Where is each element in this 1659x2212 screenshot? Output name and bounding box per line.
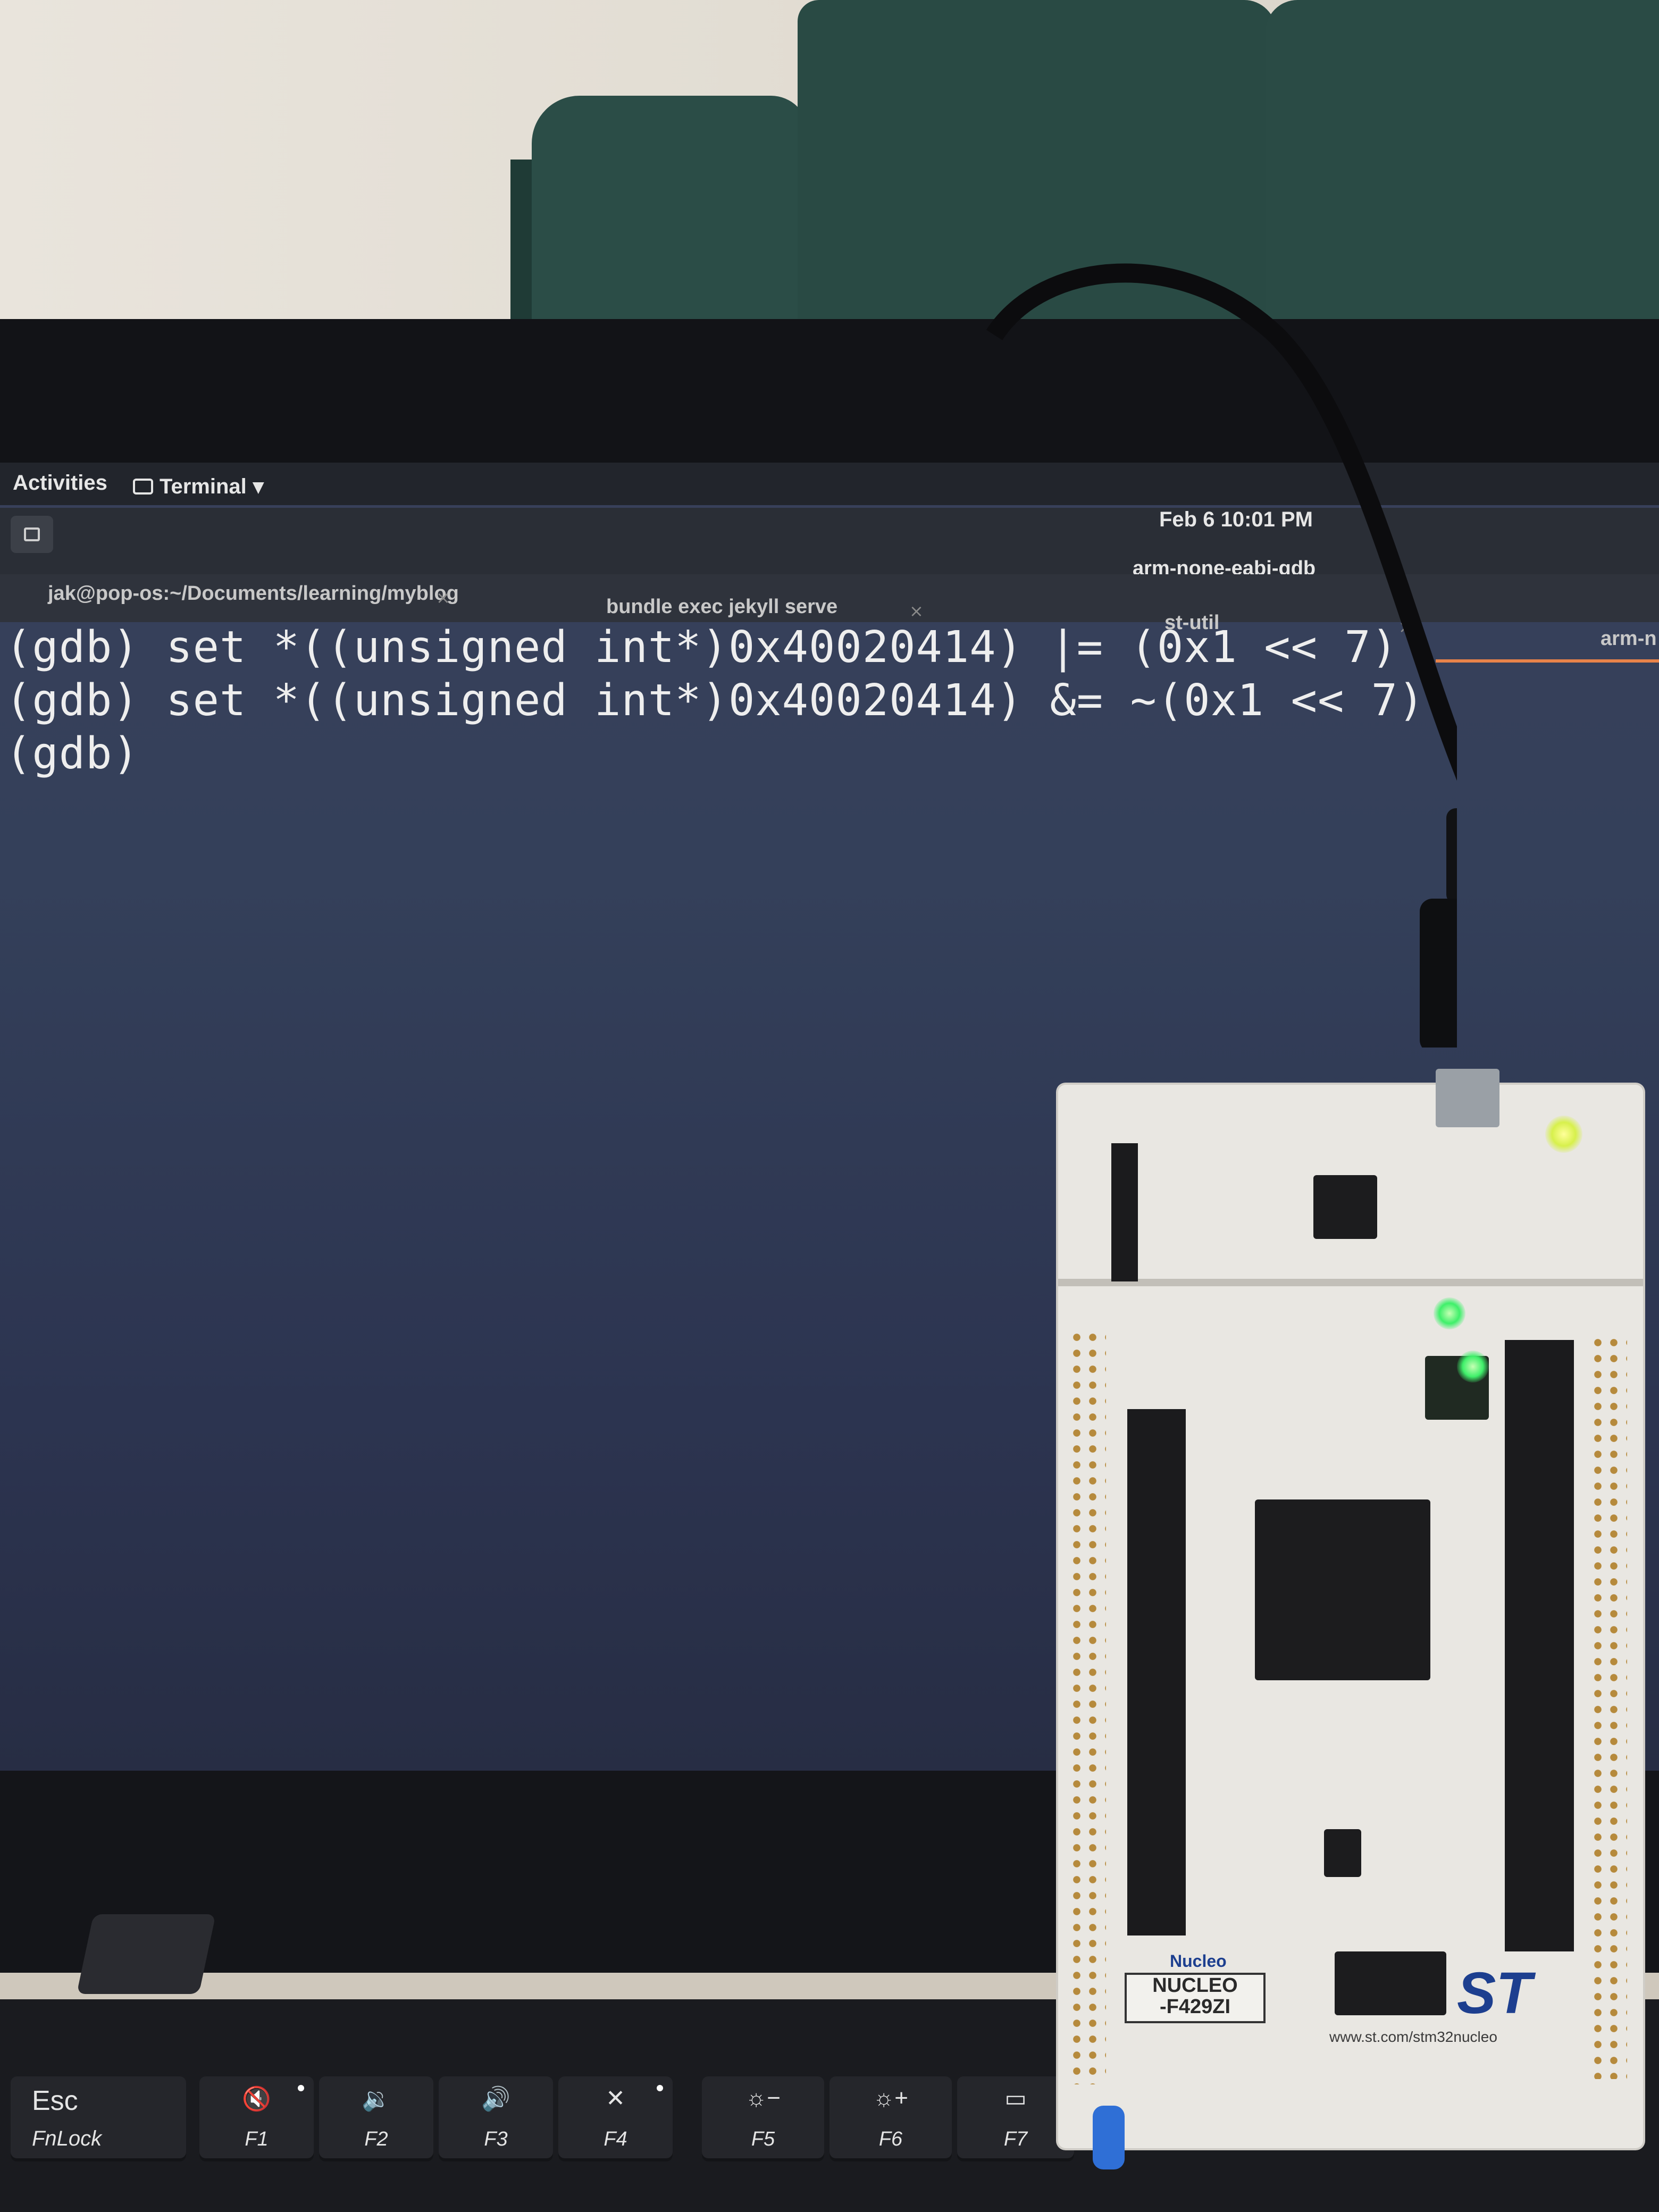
tab-myblog[interactable]: jak@pop-os:~/Documents/learning/myblog [48,582,459,614]
fnlock-key-label: FnLock [32,2127,102,2150]
tab-close-icon[interactable]: × [436,588,450,608]
st-logo: ST [1457,1960,1532,2026]
led-power-yellow [1545,1116,1582,1153]
user-button[interactable] [1093,2106,1125,2169]
chevron-down-icon: ▾ [253,475,264,498]
f6-key[interactable]: ☼+ F6 [830,2076,952,2161]
board-label-line1: NUCLEO [1152,1974,1238,1997]
crystal-chip [1324,1829,1361,1877]
f1-key-label: F1 [245,2128,269,2150]
brightness-down-icon: ☼− [745,2085,781,2111]
new-tab-icon [24,527,40,541]
mcu-chip [1255,1499,1430,1680]
board-pin-pads-right [1590,1335,1627,2079]
app-menu-terminal[interactable]: Terminal ▾ [133,474,264,499]
board-url-text: www.st.com/stm32nucleo [1329,2029,1497,2045]
tab-label: bundle exec jekyll serve [606,596,838,618]
f7-key-label: F7 [1003,2128,1028,2150]
board-model-label: NUCLEO -F429ZI [1125,1973,1266,2023]
f2-key[interactable]: 🔉 F2 [319,2076,433,2161]
app-menu-label: Terminal [160,474,247,498]
f5-key[interactable]: ☼− F5 [702,2076,824,2161]
sofa-cushion-left [532,96,808,351]
activities-button[interactable]: Activities [13,471,107,495]
indicator-led [298,2085,304,2091]
usb-connector [1436,1069,1499,1127]
mute-icon: 🔇 [242,2086,271,2112]
f7-key[interactable]: ▭ F7 [957,2076,1074,2161]
laptop-hinge [77,1914,216,1994]
brightness-up-icon: ☼+ [873,2085,909,2111]
indicator-led [657,2085,663,2091]
new-tab-button[interactable] [11,516,53,553]
f3-key-label: F3 [484,2128,508,2150]
usb-cable [986,263,1457,1048]
nucleo-logo-text: Nucleo [1170,1951,1227,1971]
terminal-icon [133,479,153,495]
f3-key[interactable]: 🔊 F3 [439,2076,553,2161]
ethernet-chip [1335,1951,1446,2015]
terminal-prompt: (gdb) [5,728,139,779]
esc-key-label: Esc [32,2085,78,2116]
display-icon: ▭ [1004,2085,1027,2112]
board-label-line2: -F429ZI [1159,1996,1231,2018]
tab-close-icon[interactable]: × [909,601,924,621]
led-user-green [1434,1297,1465,1329]
led-power-green [1457,1351,1489,1382]
volume-down-icon: 🔉 [362,2086,391,2112]
board-divider [1058,1279,1643,1286]
board-pin-pads-left [1069,1329,1106,2084]
f2-key-label: F2 [364,2128,388,2150]
pin-header-stlink [1111,1143,1138,1281]
pin-header-right [1505,1340,1574,1951]
f4-key-label: F4 [604,2128,627,2150]
esc-key[interactable]: Esc FnLock [11,2076,186,2161]
volume-up-icon: 🔊 [481,2086,510,2112]
tab-label: jak@pop-os:~/Documents/learning/myblog [48,582,459,605]
pin-header-left [1127,1409,1186,1936]
f6-key-label: F6 [878,2128,903,2150]
f4-key[interactable]: ✕ F4 [558,2076,673,2161]
mic-mute-icon: ✕ [606,2085,625,2112]
f5-key-label: F5 [751,2128,775,2150]
f1-key[interactable]: 🔇 F1 [199,2076,314,2161]
stlink-chip [1313,1175,1377,1239]
